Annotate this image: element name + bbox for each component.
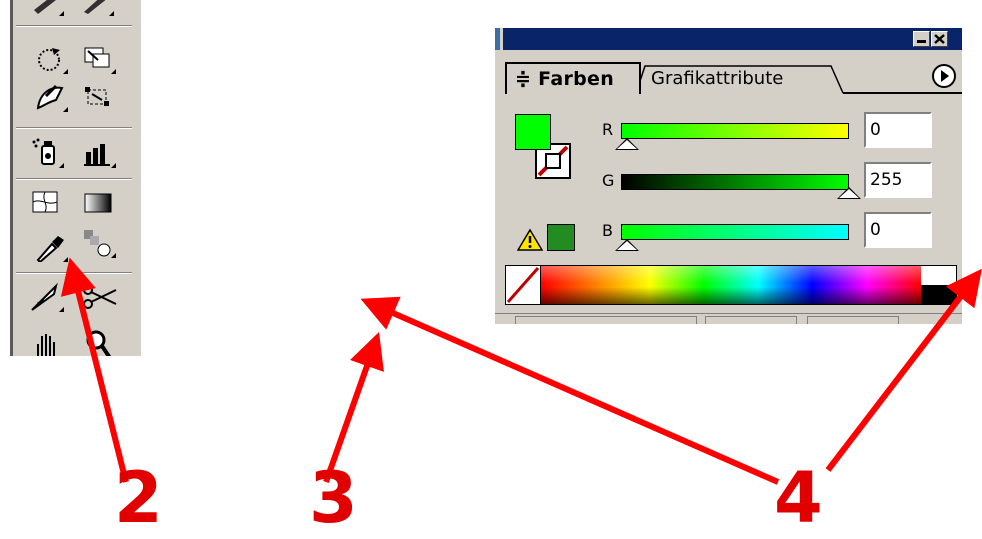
arrow-4-left xyxy=(360,296,780,485)
arrow-2 xyxy=(60,257,129,483)
annotation-arrows xyxy=(60,257,982,485)
label-2: 2 xyxy=(114,457,163,539)
label-4: 4 xyxy=(774,457,823,539)
arrow-4-right xyxy=(825,268,982,472)
label-3: 3 xyxy=(309,457,358,539)
